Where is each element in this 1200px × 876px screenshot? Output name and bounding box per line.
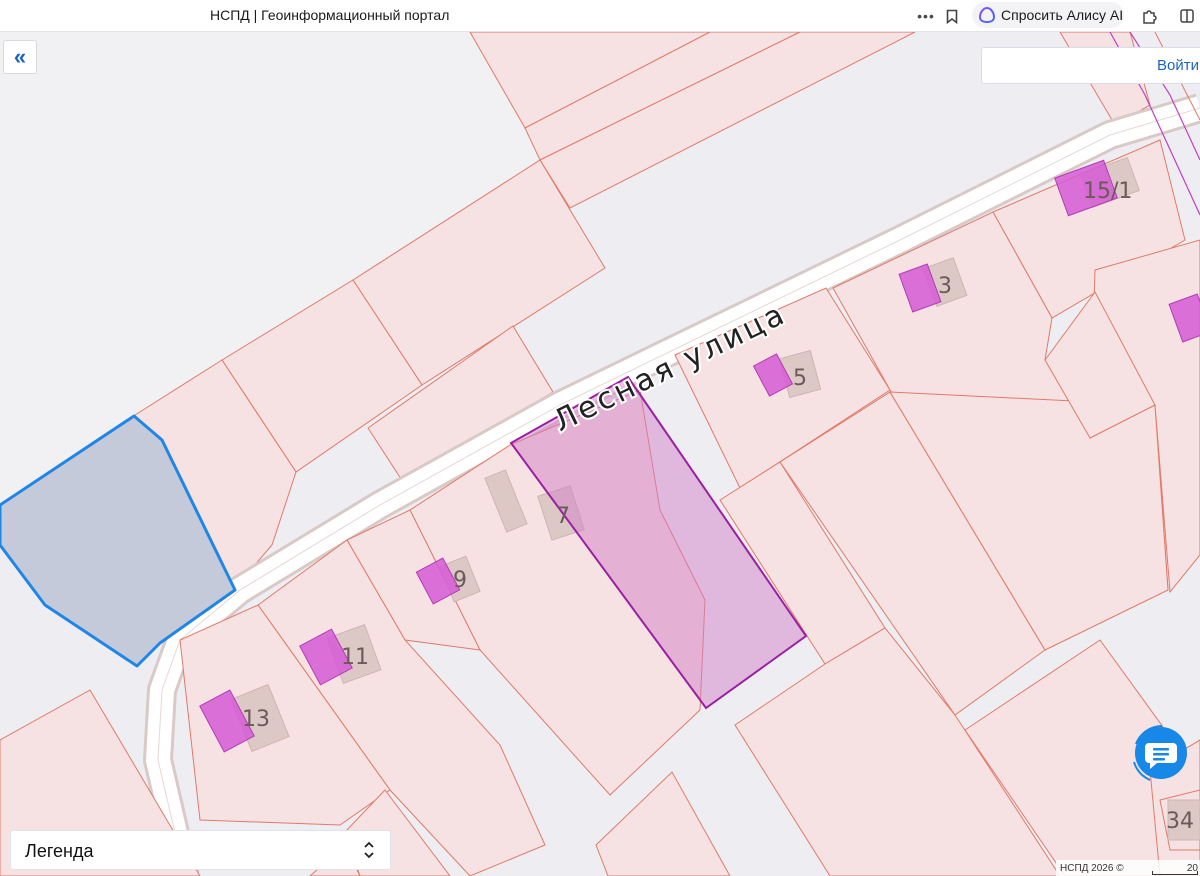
parcel-number: 7 (556, 504, 570, 529)
attribution-text: НСПД 2026 © (1060, 863, 1124, 874)
parcel-number: 9 (453, 568, 467, 593)
chevron-up-down-icon (364, 841, 374, 859)
more-dots-icon[interactable]: ••• (914, 4, 938, 28)
browser-toolbar: НСПД | Геоинформационный портал ••• Спро… (0, 0, 1200, 32)
parcel-number: 5 (793, 366, 807, 391)
map-attribution: НСПД 2026 © 20 (1056, 860, 1200, 876)
parcel-number: 34 (1166, 809, 1194, 834)
ask-alice-label: Спросить Алису AI (1001, 7, 1124, 23)
scale-bar (1152, 871, 1198, 875)
chat-bubble-icon (1133, 725, 1187, 781)
parcel-number: 15/1 (1083, 179, 1132, 204)
chat-button[interactable] (1124, 716, 1200, 792)
tab-title: НСПД | Геоинформационный портал (210, 7, 450, 23)
collapse-panel-button[interactable]: « (3, 40, 37, 74)
legend-label: Легенда (25, 841, 94, 861)
legend-dropdown[interactable]: Легенда (10, 830, 391, 870)
double-chevron-left-icon: « (13, 44, 27, 69)
puzzle-icon[interactable] (1138, 4, 1162, 28)
parcel-number: 3 (938, 274, 952, 299)
extension-icon[interactable] (1176, 4, 1200, 28)
ask-alice-button[interactable]: Спросить Алису AI (972, 2, 1124, 28)
login-button[interactable]: Войти (1157, 57, 1199, 74)
parcel-number: 11 (341, 645, 369, 670)
parcel-number: 13 (242, 707, 270, 732)
bookmark-icon[interactable] (940, 4, 964, 28)
alice-icon (978, 6, 996, 24)
auth-panel: Войти (981, 47, 1200, 84)
cadastral-map[interactable]: Лесная улица 15/1 3 5 7 9 11 13 34 (0, 32, 1200, 876)
